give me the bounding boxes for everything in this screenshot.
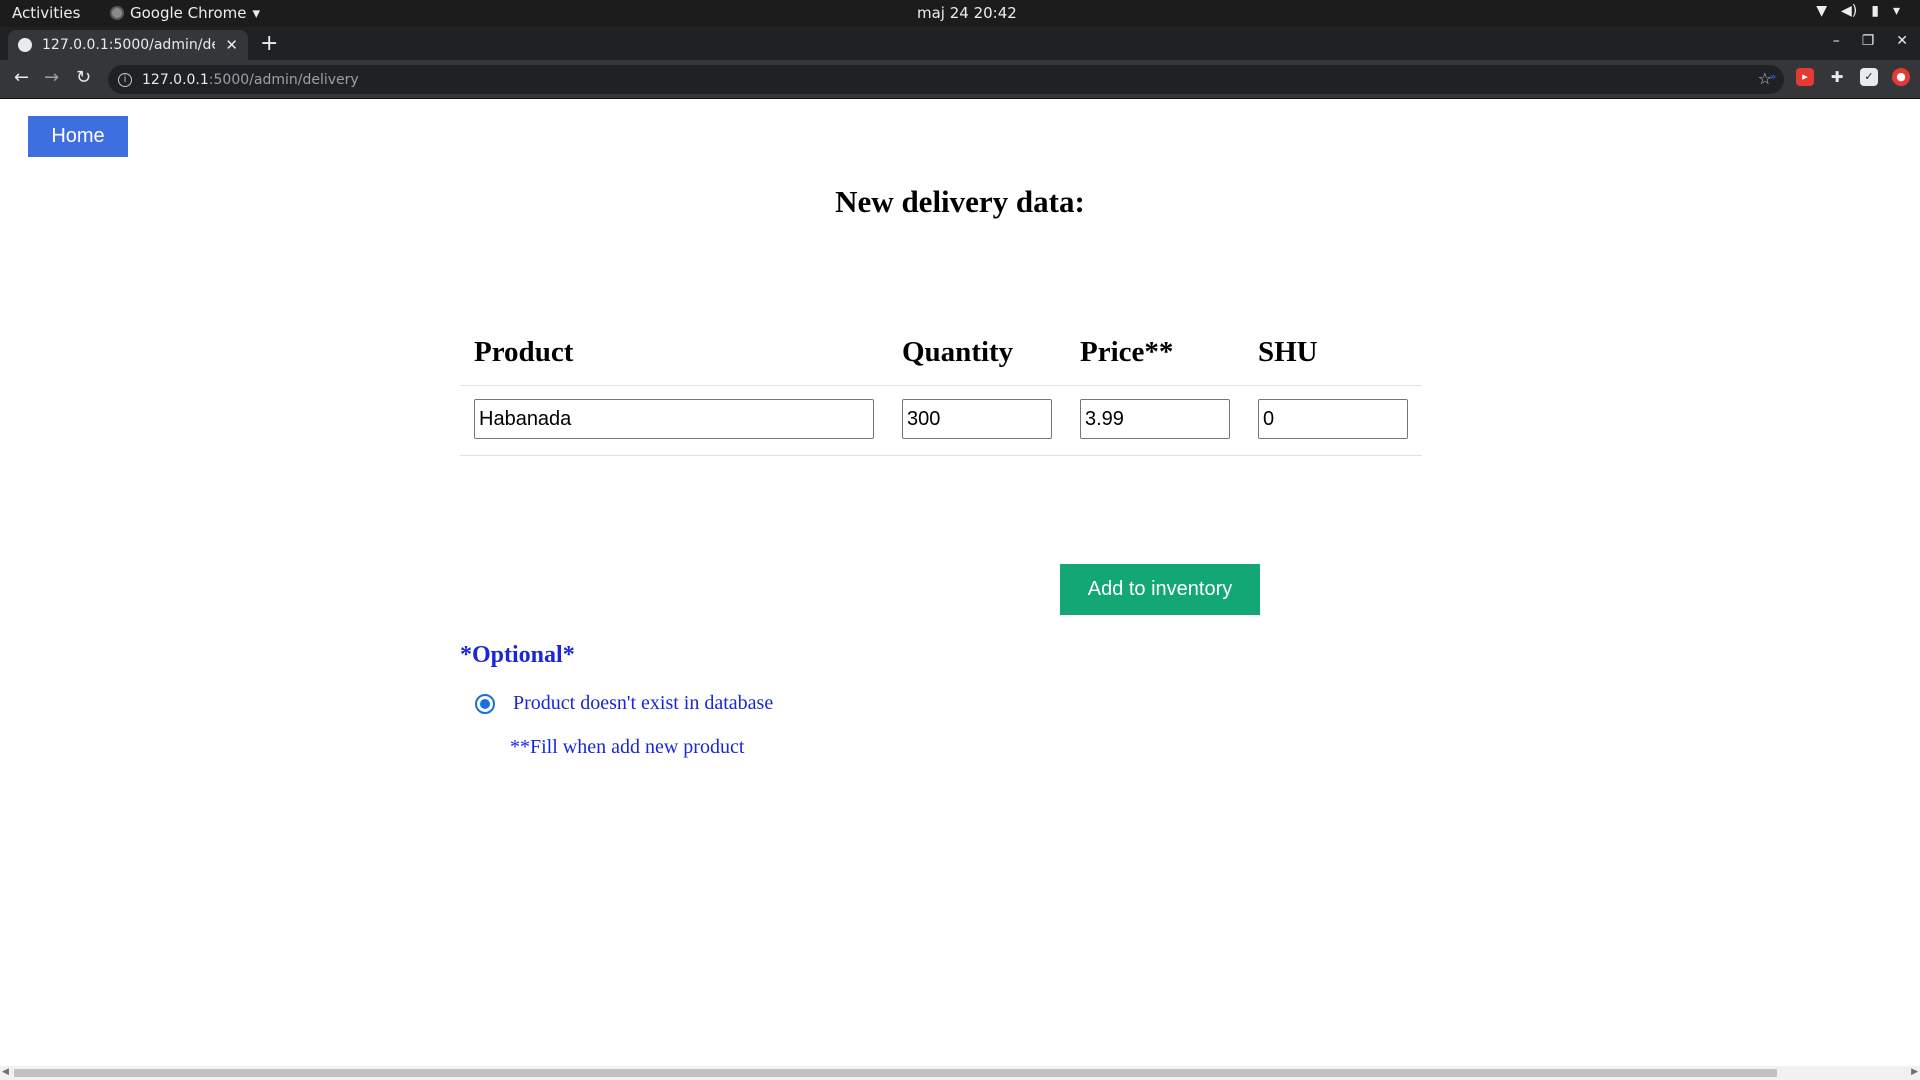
extension-red-icon[interactable]: ▸ [1796,68,1814,86]
close-tab-icon[interactable]: ✕ [225,36,238,54]
new-product-radio[interactable] [475,693,495,714]
minimize-icon[interactable]: – [1833,33,1840,49]
price-input[interactable] [1080,399,1230,439]
url-host: 127.0.0.1 [142,71,209,88]
tab-title: 127.0.0.1:5000/admin/delivery [42,37,215,53]
tab-strip: 127.0.0.1:5000/admin/delivery ✕ + – ❐ ✕ [0,27,1920,60]
product-input[interactable] [474,399,874,439]
home-button[interactable]: Home [28,116,128,157]
new-product-option[interactable]: Product doesn't exist in database [475,692,773,715]
profile-red-icon[interactable]: ● [1892,68,1910,86]
extension-black-icon[interactable]: ✓ [1860,68,1878,86]
scroll-left-icon[interactable]: ◀ [2,1067,9,1077]
system-tray[interactable]: ▼ ◀) ▮ ▾ [1816,3,1900,19]
scrollbar-thumb[interactable] [14,1069,1777,1077]
volume-icon: ◀) [1841,3,1858,19]
activities-button[interactable]: Activities [12,4,80,22]
browser-toolbar: ← → ↻ i 127.0.0.1 :5000/admin/delivery ☆… [0,60,1920,99]
delivery-table: Product Quantity Price** SHU [460,320,1422,456]
site-info-icon[interactable]: i [118,72,132,87]
header-product: Product [474,336,574,368]
price-note: **Fill when add new product [510,736,745,758]
globe-icon [18,38,32,52]
address-bar[interactable]: i 127.0.0.1 :5000/admin/delivery ☆ [108,65,1784,94]
header-shu: SHU [1258,336,1318,368]
wifi-icon: ▼ [1816,3,1828,19]
shu-input[interactable] [1258,399,1408,439]
table-row [460,386,1422,456]
tab-delivery[interactable]: 127.0.0.1:5000/admin/delivery ✕ [8,30,248,60]
battery-icon: ▮ [1871,3,1879,19]
page-title: New delivery data: [835,184,1085,219]
puzzle-extensions-icon[interactable]: ✚ [1828,68,1846,86]
clock[interactable]: maj 24 20:42 [917,4,1017,22]
add-to-inventory-button[interactable]: Add to inventory [1060,564,1260,615]
chrome-app-icon [110,6,124,20]
close-icon[interactable]: ✕ [1896,33,1908,49]
extension-blue-icon[interactable]: » [1764,68,1782,86]
header-price: Price** [1080,336,1174,368]
forward-icon[interactable]: → [44,67,59,88]
os-top-bar: Activities Google Chrome ▾ maj 24 20:42 … [0,0,1920,27]
restore-icon[interactable]: ❐ [1862,33,1875,49]
optional-label: *Optional* [460,642,575,668]
reload-icon[interactable]: ↻ [76,67,91,88]
dropdown-caret-icon: ▾ [252,4,261,22]
header-quantity: Quantity [902,336,1014,368]
radio-label[interactable]: Product doesn't exist in database [513,692,773,715]
power-menu-icon: ▾ [1892,3,1900,19]
extensions-area: » ▸ ✚ ✓ ● [1764,68,1910,86]
app-name: Google Chrome [130,4,247,22]
scroll-right-icon[interactable]: ▶ [1911,1067,1918,1077]
url-path: :5000/admin/delivery [208,71,359,88]
horizontal-scrollbar[interactable]: ◀ ▶ [0,1066,1920,1080]
window-controls: – ❐ ✕ [1833,33,1908,49]
table-header: Product Quantity Price** SHU [460,320,1422,386]
page-content: Home New delivery data: Product Quantity… [0,100,1920,1068]
back-icon[interactable]: ← [14,67,29,88]
new-tab-button[interactable]: + [260,31,278,56]
app-menu[interactable]: Google Chrome ▾ [110,4,260,22]
quantity-input[interactable] [902,399,1052,439]
